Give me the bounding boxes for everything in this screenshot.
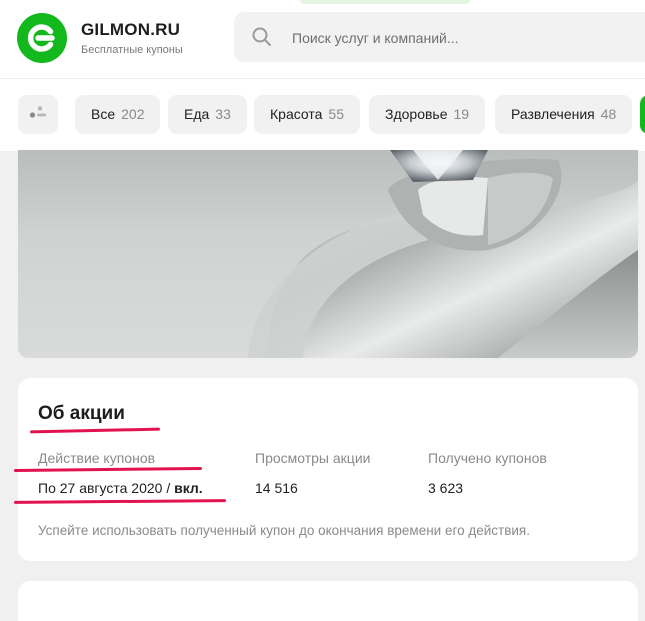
search-input[interactable] [290, 12, 644, 64]
validity-value: По 27 августа 2020 / вкл. [38, 480, 203, 496]
search-box[interactable] [234, 12, 645, 64]
views-value: 14 516 [255, 480, 298, 496]
search-icon [252, 27, 271, 46]
about-note: Успейте использовать полученный купон до… [38, 523, 530, 538]
brand-tagline: Бесплатные купоны [81, 44, 183, 56]
header-accent-strip [300, 0, 470, 4]
category-count: 48 [600, 106, 617, 122]
views-label: Просмотры акции [255, 450, 371, 466]
category-chip-all[interactable]: Все 202 [75, 95, 161, 134]
category-chip-entertainment[interactable]: Развлечения 48 [495, 95, 633, 134]
filter-icon [29, 106, 46, 118]
category-label: Здоровье [385, 106, 448, 122]
category-count: 202 [121, 106, 145, 122]
category-chip-next[interactable] [640, 95, 645, 134]
ring-photo-icon [248, 150, 638, 358]
category-label: Еда [184, 106, 210, 122]
category-label: Все [91, 106, 116, 122]
site-header: GILMON.RU Бесплатные купоны [0, 0, 645, 78]
validity-suffix: вкл. [174, 480, 203, 496]
hero-image [18, 150, 638, 358]
brand-name[interactable]: GILMON.RU [81, 20, 180, 40]
category-label: Развлечения [511, 106, 595, 122]
category-chip-beauty[interactable]: Красота 55 [254, 95, 360, 134]
received-value: 3 623 [428, 480, 464, 496]
validity-date: По 27 августа 2020 / [38, 480, 175, 496]
category-count: 19 [453, 106, 470, 122]
category-count: 55 [328, 106, 344, 122]
received-label: Получено купонов [428, 450, 547, 466]
category-count: 33 [215, 106, 231, 122]
category-chip-food[interactable]: Еда 33 [168, 95, 247, 134]
about-title: Об акции [38, 403, 125, 424]
category-chip-health[interactable]: Здоровье 19 [369, 95, 486, 134]
category-bar: Все 202 Еда 33 Красота 55 Здоровье 19 Развле… [0, 78, 645, 151]
filter-button[interactable] [18, 95, 58, 134]
validity-label: Действие купонов [38, 450, 156, 466]
category-label: Красота [270, 106, 323, 122]
next-card [18, 581, 638, 621]
logo-icon[interactable] [17, 13, 67, 63]
